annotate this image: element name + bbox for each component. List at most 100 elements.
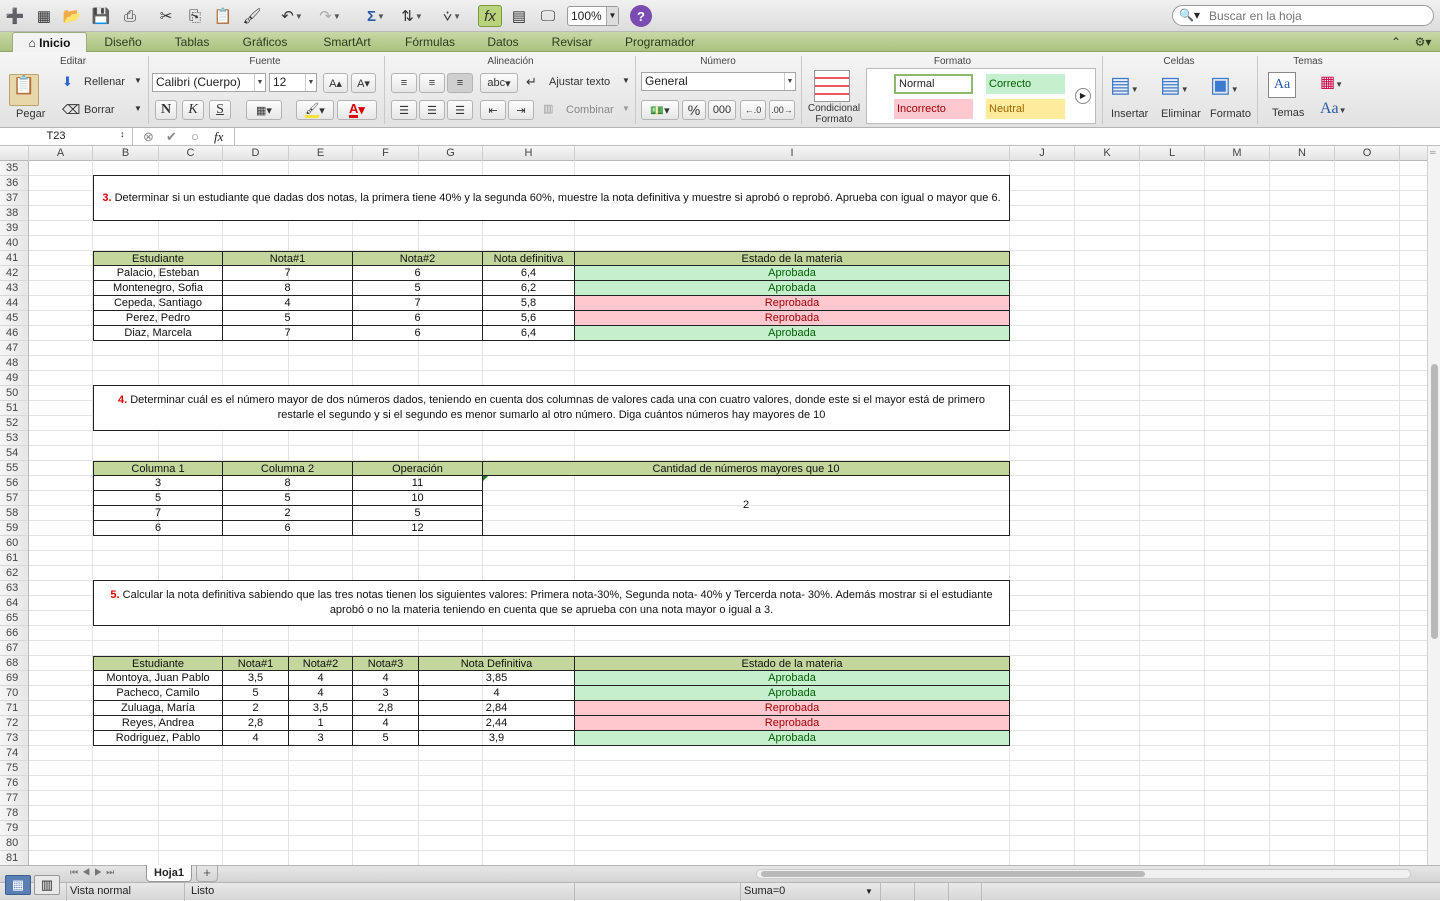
row-header[interactable]: 52 <box>0 416 28 431</box>
row-header[interactable]: 46 <box>0 326 28 341</box>
column-header[interactable]: H <box>483 146 575 161</box>
row-header[interactable]: 53 <box>0 431 28 446</box>
row-header[interactable]: 77 <box>0 791 28 806</box>
table-cell[interactable]: 6 <box>353 266 483 281</box>
copy-icon[interactable]: ⎘ <box>183 5 207 27</box>
insert-function-circle-icon[interactable]: ○ <box>191 129 199 144</box>
help-icon[interactable]: ? <box>630 5 652 27</box>
status-cell[interactable]: Aprobada <box>575 671 1010 686</box>
table-cell[interactable]: Reyes, Andrea <box>93 716 223 731</box>
table-cell[interactable]: 2 <box>223 701 289 716</box>
text-orientation-button[interactable]: abc ▾ <box>480 73 518 93</box>
column-header[interactable]: J <box>1010 146 1075 161</box>
new-workbook-icon[interactable]: ➕ <box>3 5 27 27</box>
row-header[interactable]: 74 <box>0 746 28 761</box>
row-header[interactable]: 57 <box>0 491 28 506</box>
row-header[interactable]: 37 <box>0 191 28 206</box>
table-cell[interactable]: 2 <box>223 506 353 521</box>
status-cell[interactable]: Reprobada <box>575 716 1010 731</box>
table-cell[interactable]: 3,5 <box>289 701 353 716</box>
table-cell[interactable]: 4 <box>223 731 289 746</box>
delete-cells-icon[interactable]: ▤▼ <box>1160 72 1189 98</box>
eliminar-button[interactable]: Eliminar <box>1161 108 1201 120</box>
italic-button[interactable]: K <box>182 100 204 120</box>
conditional-format-icon[interactable] <box>814 70 850 102</box>
column-header[interactable]: B <box>93 146 159 161</box>
table-cell[interactable]: 6 <box>93 521 223 536</box>
table-cell[interactable]: 4 <box>353 671 419 686</box>
table-cell[interactable]: 5 <box>353 506 483 521</box>
row-header[interactable]: 61 <box>0 551 28 566</box>
table-cell[interactable]: 2,44 <box>419 716 575 731</box>
horizontal-scrollbar[interactable] <box>756 869 1411 879</box>
format-painter-icon[interactable]: 🖌 <box>240 5 264 27</box>
name-box[interactable]: T23 <box>0 128 133 145</box>
save-icon[interactable]: 💾 <box>89 5 113 27</box>
table-cell[interactable]: 6 <box>353 311 483 326</box>
increase-indent-icon[interactable]: ⇥ <box>508 100 534 120</box>
vertical-scrollbar[interactable]: ═ <box>1427 146 1440 865</box>
row-header[interactable]: 63 <box>0 581 28 596</box>
table-cell[interactable]: 3 <box>93 476 223 491</box>
align-center-icon[interactable]: ☰ <box>419 100 445 120</box>
style-normal[interactable]: Normal <box>894 74 973 94</box>
row-header[interactable]: 69 <box>0 671 28 686</box>
status-cell[interactable]: Aprobada <box>575 281 1010 296</box>
add-sheet-icon[interactable]: + <box>196 865 218 882</box>
horizontal-scroll-thumb[interactable] <box>761 871 1145 877</box>
table-cell[interactable]: 5 <box>353 731 419 746</box>
font-color-icon[interactable]: A ▾ <box>337 100 377 120</box>
conditional-format-button[interactable]: Condicional Formato <box>806 103 862 125</box>
table-cell[interactable]: Perez, Pedro <box>93 311 223 326</box>
column-header[interactable]: I <box>575 146 1010 161</box>
row-header[interactable]: 64 <box>0 596 28 611</box>
cancel-icon[interactable]: ⊗ <box>143 129 154 145</box>
table-cell[interactable]: 1 <box>289 716 353 731</box>
print-icon[interactable]: ⎙ <box>118 5 142 27</box>
table-cell[interactable]: 11 <box>353 476 483 491</box>
table-cell[interactable]: 8 <box>223 281 353 296</box>
row-header[interactable]: 76 <box>0 776 28 791</box>
autosum-icon[interactable]: Σ ▼ <box>360 5 392 27</box>
percent-button[interactable]: % <box>682 100 706 120</box>
table-cell[interactable]: 5,8 <box>483 296 575 311</box>
decrease-indent-icon[interactable]: ⇤ <box>480 100 506 120</box>
chevron-down-icon[interactable]: ▼ <box>622 76 630 85</box>
open-icon[interactable]: 📂 <box>60 5 84 27</box>
row-header[interactable]: 80 <box>0 836 28 851</box>
select-all-corner[interactable] <box>0 146 29 161</box>
tab-programador[interactable]: Programador <box>617 32 703 52</box>
table-cell[interactable]: 2,8 <box>353 701 419 716</box>
bold-button[interactable]: N <box>155 100 177 120</box>
row-header[interactable]: 67 <box>0 641 28 656</box>
align-left-icon[interactable]: ☰ <box>391 100 417 120</box>
stepper-icon[interactable]: ↕ <box>120 129 125 139</box>
themes-icon[interactable]: Aa <box>1268 72 1296 98</box>
paste-icon[interactable]: 📋 <box>9 74 39 106</box>
table-cell[interactable]: 6,4 <box>483 326 575 341</box>
column-header[interactable]: M <box>1205 146 1270 161</box>
column-header[interactable]: O <box>1335 146 1400 161</box>
insert-cells-icon[interactable]: ▤▼ <box>1110 72 1139 98</box>
table-cell[interactable]: 5 <box>223 686 289 701</box>
row-header[interactable]: 39 <box>0 221 28 236</box>
increase-font-icon[interactable]: A▴ <box>323 73 348 93</box>
font-size-select[interactable]: 12 ▼ <box>269 73 317 92</box>
normal-view-icon[interactable]: ▦ <box>5 875 31 895</box>
row-header[interactable]: 65 <box>0 611 28 626</box>
underline-button[interactable]: S <box>209 100 231 120</box>
font-name-select[interactable]: Calibri (Cuerpo) ▼ <box>152 73 266 92</box>
table-cell[interactable]: 6,2 <box>483 281 575 296</box>
table-cell[interactable]: 2,84 <box>419 701 575 716</box>
column-header[interactable]: D <box>223 146 289 161</box>
row-header[interactable]: 58 <box>0 506 28 521</box>
worksheet-grid[interactable]: ABCDEFGHIJKLMNO 35 36 37 38 39 40 41 42 43 44 45 46… <box>0 146 1427 865</box>
tab-smartart[interactable]: SmartArt <box>313 32 381 52</box>
row-header[interactable]: 73 <box>0 731 28 746</box>
search-input[interactable] <box>1209 8 1419 23</box>
table-cell[interactable]: Montoya, Juan Pablo <box>93 671 223 686</box>
insertar-button[interactable]: Insertar <box>1111 108 1148 120</box>
temas-button[interactable]: Temas <box>1272 107 1304 119</box>
formato-button[interactable]: Formato <box>1210 108 1251 120</box>
table-cell[interactable]: 4 <box>353 716 419 731</box>
